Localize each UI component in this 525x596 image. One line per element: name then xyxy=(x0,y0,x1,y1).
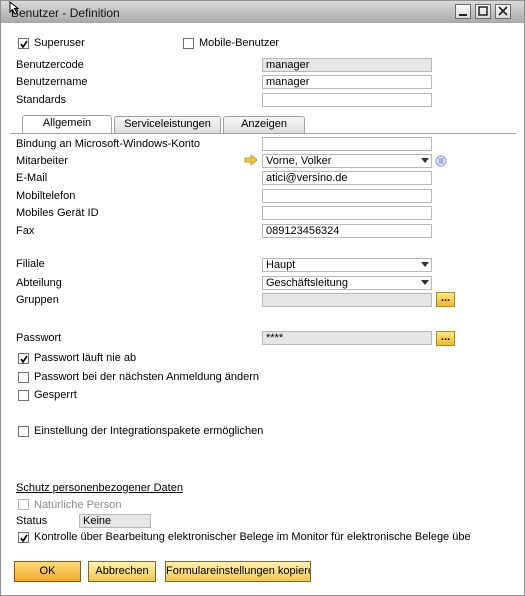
minimize-icon xyxy=(459,14,467,16)
superuser-label: Superuser xyxy=(34,37,85,49)
natural-person-checkbox[interactable] xyxy=(18,499,29,510)
tab-services[interactable]: Serviceleistungen xyxy=(114,116,221,133)
copy-form-settings-button[interactable]: Formulareinstellungen kopiere xyxy=(165,561,311,582)
password-never-expires-checkbox[interactable] xyxy=(18,353,29,364)
tab-services-label: Serviceleistungen xyxy=(124,118,211,130)
defaults-label: Standards xyxy=(16,94,67,106)
branch-label: Filiale xyxy=(16,258,45,270)
integration-packages-label: Einstellung der Integrationspakete ermög… xyxy=(34,425,264,437)
user-name-label: Benutzername xyxy=(16,76,88,88)
user-definition-window: Benutzer - Definition Superuser Mobile-B… xyxy=(0,0,525,596)
fax-field[interactable]: 089123456324 xyxy=(262,224,432,238)
e-document-monitor-checkbox[interactable] xyxy=(18,532,29,543)
privacy-section-title: Schutz personenbezogener Daten xyxy=(16,482,183,494)
info-icon[interactable] xyxy=(435,155,447,167)
mobile-device-id-field[interactable] xyxy=(262,206,432,220)
minimize-button[interactable] xyxy=(455,4,471,19)
cancel-button[interactable]: Abbrechen xyxy=(88,561,156,582)
branch-value: Haupt xyxy=(266,259,296,271)
password-field[interactable]: **** xyxy=(262,331,432,345)
change-password-next-login-label: Passwort bei der nächsten Anmeldung ände… xyxy=(34,371,260,383)
mobile-phone-label: Mobiltelefon xyxy=(16,190,76,202)
change-password-next-login-checkbox[interactable] xyxy=(18,372,29,383)
user-code-field[interactable]: manager xyxy=(262,58,432,72)
ms-account-label: Bindung an Microsoft-Windows-Konto xyxy=(16,138,201,150)
employee-label: Mitarbeiter xyxy=(16,155,68,167)
superuser-checkbox[interactable] xyxy=(18,38,29,49)
mobile-user-label: Mobile-Benutzer xyxy=(199,37,280,49)
mouse-cursor-icon xyxy=(9,1,20,15)
chevron-down-icon xyxy=(421,158,429,163)
tab-display[interactable]: Anzeigen xyxy=(223,116,305,133)
user-code-label: Benutzercode xyxy=(16,59,84,71)
department-label: Abteilung xyxy=(16,277,62,289)
status-label: Status xyxy=(16,515,48,527)
mobile-device-id-label: Mobiles Gerät ID xyxy=(16,207,99,219)
branch-dropdown[interactable]: Haupt xyxy=(262,258,432,272)
password-change-button[interactable]: ... xyxy=(436,331,455,346)
tab-general-label: Allgemein xyxy=(42,117,92,129)
chevron-down-icon xyxy=(421,280,429,285)
close-button[interactable] xyxy=(495,4,511,19)
employee-value: Vorne, Volker xyxy=(266,155,332,167)
ok-button[interactable]: OK xyxy=(14,561,81,582)
department-dropdown[interactable]: Geschäftsleitung xyxy=(262,276,432,290)
maximize-icon xyxy=(478,6,488,16)
checkmark-icon xyxy=(20,355,28,364)
tab-display-label: Anzeigen xyxy=(241,118,287,130)
maximize-button[interactable] xyxy=(475,4,491,19)
locked-checkbox[interactable] xyxy=(18,390,29,401)
window-title: Benutzer - Definition xyxy=(11,6,120,20)
e-document-monitor-label: Kontrolle über Bearbeitung elektronische… xyxy=(34,531,471,543)
password-label: Passwort xyxy=(16,332,62,344)
email-label: E-Mail xyxy=(16,172,48,184)
employee-dropdown[interactable]: Vorne, Volker xyxy=(262,154,432,168)
title-bar[interactable]: Benutzer - Definition xyxy=(1,1,524,23)
mobile-user-checkbox[interactable] xyxy=(183,38,194,49)
defaults-field[interactable] xyxy=(262,93,432,107)
integration-packages-checkbox[interactable] xyxy=(18,426,29,437)
groups-label: Gruppen xyxy=(16,294,59,306)
email-field[interactable]: atici@versino.de xyxy=(262,171,432,185)
department-value: Geschäftsleitung xyxy=(266,277,348,289)
fax-label: Fax xyxy=(16,225,35,237)
locked-label: Gesperrt xyxy=(34,389,77,401)
mobile-phone-field[interactable] xyxy=(262,189,432,203)
groups-browse-button[interactable]: ... xyxy=(436,292,455,307)
checkmark-icon xyxy=(20,40,28,49)
password-never-expires-label: Passwort läuft nie ab xyxy=(34,352,137,364)
tab-general[interactable]: Allgemein xyxy=(22,115,112,134)
link-arrow-icon[interactable] xyxy=(244,155,258,165)
groups-field[interactable] xyxy=(262,293,432,307)
close-icon xyxy=(498,6,508,16)
checkmark-icon xyxy=(20,534,28,543)
chevron-down-icon xyxy=(421,262,429,267)
ms-account-field[interactable] xyxy=(262,137,432,151)
user-name-field[interactable]: manager xyxy=(262,75,432,89)
natural-person-label: Natürliche Person xyxy=(34,499,122,511)
status-field[interactable]: Keine xyxy=(79,514,151,528)
